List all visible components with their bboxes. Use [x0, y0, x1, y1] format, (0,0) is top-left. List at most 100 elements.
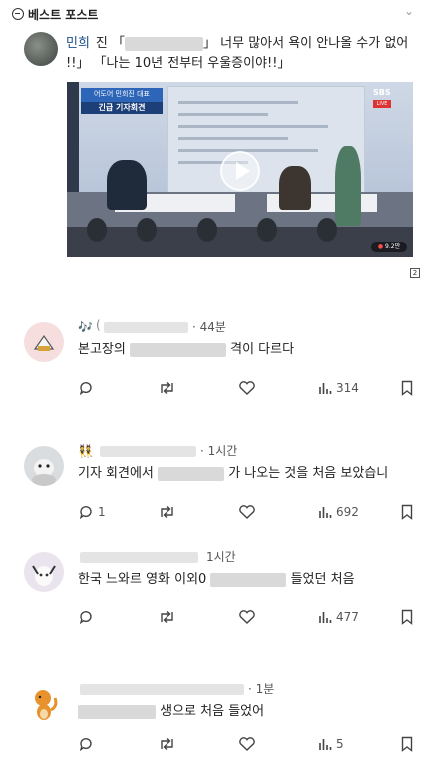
repost-button[interactable]: [158, 734, 176, 754]
username-redacted[interactable]: [80, 552, 198, 563]
username-redacted[interactable]: [100, 446, 196, 457]
view-count: 692: [336, 505, 359, 519]
video-person-middle: [279, 166, 311, 210]
minus-circle-icon: [12, 8, 24, 20]
reply-bubble-icon: [79, 382, 92, 396]
view-count: 477: [336, 610, 359, 624]
video-audience-head: [197, 218, 217, 242]
reply-button[interactable]: [78, 378, 98, 398]
repost-button[interactable]: [158, 607, 176, 627]
reply-timestamp: · 44분: [192, 320, 226, 334]
reply-bubble-icon: [79, 738, 92, 752]
avatar[interactable]: [24, 446, 64, 486]
reply-count: 1: [98, 505, 106, 519]
heart-icon: [239, 381, 255, 395]
like-button[interactable]: [238, 502, 256, 522]
repost-icon: [161, 506, 173, 518]
views-button[interactable]: 477: [318, 607, 359, 627]
repost-button[interactable]: [158, 502, 176, 522]
views-button[interactable]: 5: [318, 734, 344, 754]
video-title-line1: 어도어 민희진 대표: [94, 90, 150, 98]
video-audience-head: [137, 218, 157, 242]
video-audience: [67, 227, 413, 257]
reply-text: 기자 회견에서 가 나오는 것을 처음 보았습니: [78, 462, 388, 481]
live-badge: LIVE: [373, 100, 391, 108]
reply-text-part-b: 생으로 처음 들었어: [160, 704, 265, 719]
reply-text-part-a: 본고장의: [78, 342, 126, 357]
like-button[interactable]: [238, 734, 256, 754]
reply-button[interactable]: [78, 734, 98, 754]
redacted-text: [210, 572, 287, 587]
username-redacted[interactable]: [80, 684, 244, 695]
avatar[interactable]: [24, 552, 64, 592]
user-badge-icon: 👯: [78, 444, 93, 458]
bookmark-button[interactable]: [400, 734, 414, 754]
views-button[interactable]: 692: [318, 502, 359, 522]
bookmark-button[interactable]: [400, 502, 414, 522]
bookmark-button[interactable]: [400, 378, 414, 398]
post-text-line1-b: 」 너무 많아서 욕이 안나올 수가 없어: [203, 36, 409, 51]
reply-bubble-icon: [79, 506, 92, 520]
reply-actions: 477: [78, 607, 428, 627]
reply-button[interactable]: [78, 607, 98, 627]
heart-icon: [239, 505, 255, 519]
post-text: 민희 진 「 」 너무 많아서 욕이 안나올 수가 없어 !!」 「나는 10년 전…: [66, 34, 416, 74]
reply-actions: 314: [78, 378, 428, 398]
redacted-text: [158, 466, 225, 481]
repost-button[interactable]: [158, 378, 176, 398]
avatar[interactable]: [24, 684, 64, 724]
post-text-line2: !!」 「나는 10년 전부터 우울증이야!!」: [66, 56, 291, 71]
video-audience-head: [317, 218, 337, 242]
video-views-value: 9.2만: [385, 243, 401, 250]
username-prefix: (: [96, 318, 101, 332]
redacted-text: [129, 342, 226, 357]
channel-logo: SBS: [373, 88, 391, 97]
heart-icon: [239, 610, 255, 624]
reply-text-part-a: 한국 느와르 영화 이외0: [78, 572, 207, 587]
like-button[interactable]: [238, 378, 256, 398]
repost-icon: [161, 738, 173, 750]
post-text-line1-a: 진 「: [95, 36, 126, 51]
video-person-right: [335, 146, 361, 226]
video-audience-head: [87, 218, 107, 242]
video-person-left: [107, 160, 147, 210]
username-redacted[interactable]: [104, 322, 188, 333]
bookmark-icon: [401, 736, 413, 752]
view-count: 5: [336, 737, 344, 751]
video-title-caption: 어도어 민희진 대표 긴급 기자회견: [81, 88, 163, 114]
reply-text-part-b: 격이 다르다: [230, 342, 295, 357]
user-badge-icon: 🎶: [78, 320, 93, 334]
repost-icon: [161, 382, 173, 394]
reply-text-part-b: 들었던 처음: [290, 572, 355, 587]
reply-text-part-b: 가 나오는 것을 처음 보았습니: [228, 466, 389, 481]
video-audience-head: [257, 218, 277, 242]
post-author-name[interactable]: 민희: [66, 36, 90, 51]
video-player[interactable]: 어도어 민희진 대표 긴급 기자회견 SBS LIVE ● 9.2만: [67, 82, 413, 257]
like-button[interactable]: [238, 607, 256, 627]
views-bar-icon: [319, 507, 332, 518]
repost-icon: [161, 611, 173, 623]
heart-icon: [239, 737, 255, 751]
views-bar-icon: [319, 739, 332, 750]
views-bar-icon: [319, 383, 332, 394]
bookmark-icon: [401, 609, 413, 625]
chevron-down-icon[interactable]: ⌄: [404, 4, 414, 18]
reply-actions: 5: [78, 734, 428, 754]
video-view-count: ● 9.2만: [371, 242, 407, 252]
reply-button[interactable]: 1: [78, 502, 106, 522]
views-bar-icon: [319, 612, 332, 623]
reply-bubble-icon: [79, 611, 92, 625]
avatar[interactable]: [24, 322, 64, 362]
reply-text: 생으로 처음 들었어: [78, 700, 264, 719]
redacted-text: [78, 704, 156, 719]
bookmark-icon: [401, 504, 413, 520]
play-icon[interactable]: [220, 151, 260, 191]
views-button[interactable]: 314: [318, 378, 359, 398]
reply-actions: 1 692: [78, 502, 428, 522]
bookmark-button[interactable]: [400, 607, 414, 627]
reply-text: 본고장의 격이 다르다: [78, 338, 294, 357]
reply-timestamp: · 1시간: [200, 444, 238, 458]
reply-timestamp: · 1분: [248, 682, 275, 696]
avatar[interactable]: [24, 32, 58, 66]
reply-timestamp: 1시간: [206, 550, 236, 564]
